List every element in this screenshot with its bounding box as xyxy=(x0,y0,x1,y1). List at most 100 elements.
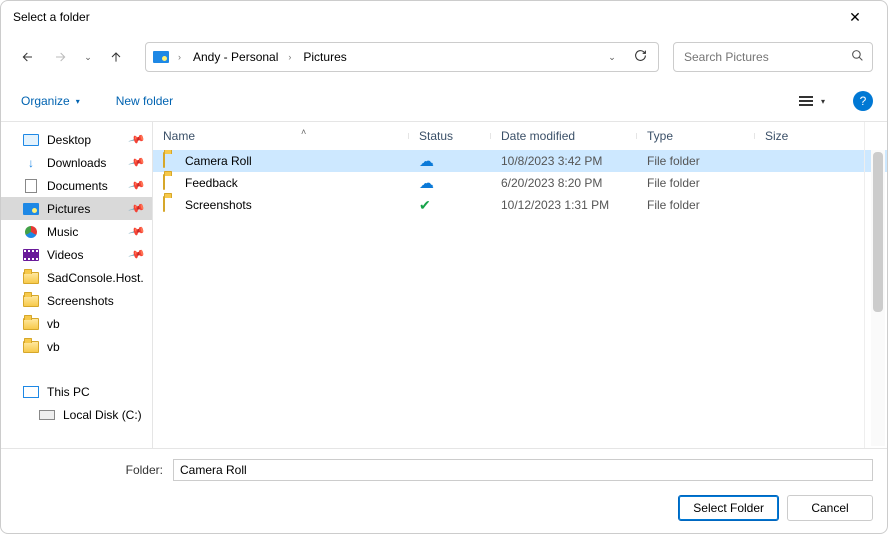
dialog-window: Select a folder ✕ ⌄ › Andy - Personal › xyxy=(0,0,888,534)
document-icon xyxy=(23,178,39,194)
pin-icon: 📌 xyxy=(128,176,146,194)
sidebar-item-label: Downloads xyxy=(47,156,106,170)
file-type: File folder xyxy=(637,154,755,168)
table-row[interactable]: Feedback ☁ 6/20/2023 8:20 PM File folder xyxy=(153,172,887,194)
file-name: Feedback xyxy=(185,176,238,190)
folder-icon xyxy=(163,197,179,213)
column-name[interactable]: Name ˄ xyxy=(153,129,409,143)
title-bar: Select a folder ✕ xyxy=(1,1,887,33)
search-box[interactable] xyxy=(673,42,873,72)
sidebar-item-pictures[interactable]: Pictures 📌 xyxy=(1,197,152,220)
sort-asc-icon: ˄ xyxy=(301,127,306,137)
cloud-icon: ☁ xyxy=(419,152,434,170)
sidebar-item-documents[interactable]: Documents 📌 xyxy=(1,174,152,197)
sidebar-item-label: Desktop xyxy=(47,133,91,147)
refresh-button[interactable] xyxy=(626,49,654,65)
column-headers: Name ˄ Status Date modified Type Size xyxy=(153,122,887,150)
pin-icon: 📌 xyxy=(128,245,146,263)
file-rows: Camera Roll ☁ 10/8/2023 3:42 PM File fol… xyxy=(153,150,887,448)
sidebar-item-label: Videos xyxy=(47,248,83,262)
sidebar-item-desktop[interactable]: Desktop 📌 xyxy=(1,128,152,151)
column-divider xyxy=(864,122,865,448)
file-date: 10/12/2023 1:31 PM xyxy=(491,198,637,212)
breadcrumb-history-button[interactable]: ⌄ xyxy=(600,52,624,63)
close-button[interactable]: ✕ xyxy=(835,9,875,26)
column-status[interactable]: Status xyxy=(409,129,491,143)
file-type: File folder xyxy=(637,176,755,190)
breadcrumb-segment[interactable]: Pictures xyxy=(297,50,352,64)
chevron-down-icon: ▾ xyxy=(821,97,825,106)
sidebar-item-vb[interactable]: vb xyxy=(1,335,152,358)
folder-icon xyxy=(163,153,179,169)
folder-icon xyxy=(23,270,39,286)
pin-icon: 📌 xyxy=(128,222,146,240)
cancel-button[interactable]: Cancel xyxy=(787,495,873,521)
chevron-right-icon: › xyxy=(174,52,185,62)
folder-input[interactable] xyxy=(173,459,873,481)
cloud-icon: ☁ xyxy=(419,174,434,192)
pin-icon: 📌 xyxy=(128,130,146,148)
sidebar-item-label: Screenshots xyxy=(47,294,114,308)
table-row[interactable]: Screenshots ✔ 10/12/2023 1:31 PM File fo… xyxy=(153,194,887,216)
table-row[interactable]: Camera Roll ☁ 10/8/2023 3:42 PM File fol… xyxy=(153,150,887,172)
file-list: Name ˄ Status Date modified Type Size Ca… xyxy=(153,122,887,448)
breadcrumb-segment[interactable]: Andy - Personal xyxy=(187,50,284,64)
toolbar: Organize ▾ New folder ▾ ? xyxy=(1,81,887,121)
location-icon xyxy=(150,46,172,68)
folder-name-row: Folder: xyxy=(15,459,873,481)
folder-icon xyxy=(23,293,39,309)
sidebar-item-downloads[interactable]: ↓ Downloads 📌 xyxy=(1,151,152,174)
column-size[interactable]: Size xyxy=(755,129,887,143)
sidebar: Desktop 📌 ↓ Downloads 📌 Documents 📌 Pict… xyxy=(1,122,153,448)
new-folder-label: New folder xyxy=(116,94,173,108)
sidebar-item-vb[interactable]: vb xyxy=(1,312,152,335)
pin-icon: 📌 xyxy=(128,199,146,217)
window-title: Select a folder xyxy=(13,10,835,24)
sidebar-item-this-pc[interactable]: This PC xyxy=(1,380,152,403)
nav-bar: ⌄ › Andy - Personal › Pictures ⌄ xyxy=(1,33,887,81)
forward-button[interactable] xyxy=(47,44,73,70)
sidebar-item-label: vb xyxy=(47,317,60,331)
view-options-button[interactable]: ▾ xyxy=(795,92,829,110)
sidebar-item-label: Local Disk (C:) xyxy=(63,408,142,422)
column-date[interactable]: Date modified xyxy=(491,129,637,143)
sidebar-item-label: Pictures xyxy=(47,202,90,216)
nav-arrow-group: ⌄ xyxy=(15,44,129,70)
folder-label: Folder: xyxy=(15,463,163,477)
file-type: File folder xyxy=(637,198,755,212)
desktop-icon xyxy=(23,132,39,148)
column-type[interactable]: Type xyxy=(637,129,755,143)
pc-icon xyxy=(23,384,39,400)
video-icon xyxy=(23,247,39,263)
sidebar-item-local-disk[interactable]: Local Disk (C:) xyxy=(1,403,152,426)
sidebar-item-sadconsole[interactable]: SadConsole.Host. xyxy=(1,266,152,289)
select-folder-button[interactable]: Select Folder xyxy=(678,495,779,521)
recent-locations-button[interactable]: ⌄ xyxy=(79,44,97,70)
organize-button[interactable]: Organize ▾ xyxy=(15,90,86,112)
search-input[interactable] xyxy=(682,49,851,65)
disk-icon xyxy=(39,407,55,423)
organize-label: Organize xyxy=(21,94,70,108)
help-button[interactable]: ? xyxy=(853,91,873,111)
up-button[interactable] xyxy=(103,44,129,70)
button-row: Select Folder Cancel xyxy=(15,495,873,521)
folder-icon xyxy=(163,175,179,191)
sidebar-item-videos[interactable]: Videos 📌 xyxy=(1,243,152,266)
folder-icon xyxy=(23,339,39,355)
file-name: Camera Roll xyxy=(185,154,252,168)
sidebar-item-music[interactable]: Music 📌 xyxy=(1,220,152,243)
scrollbar[interactable] xyxy=(871,150,885,446)
sidebar-item-label: Documents xyxy=(47,179,108,193)
chevron-down-icon: ▾ xyxy=(76,97,80,106)
scrollbar-thumb[interactable] xyxy=(873,152,883,312)
back-button[interactable] xyxy=(15,44,41,70)
sidebar-item-screenshots[interactable]: Screenshots xyxy=(1,289,152,312)
search-icon xyxy=(851,49,864,65)
chevron-right-icon: › xyxy=(284,52,295,62)
sidebar-item-label: vb xyxy=(47,340,60,354)
footer: Folder: Select Folder Cancel xyxy=(1,448,887,533)
new-folder-button[interactable]: New folder xyxy=(110,90,179,112)
breadcrumb[interactable]: › Andy - Personal › Pictures ⌄ xyxy=(145,42,659,72)
music-icon xyxy=(23,224,39,240)
list-view-icon xyxy=(799,96,813,106)
